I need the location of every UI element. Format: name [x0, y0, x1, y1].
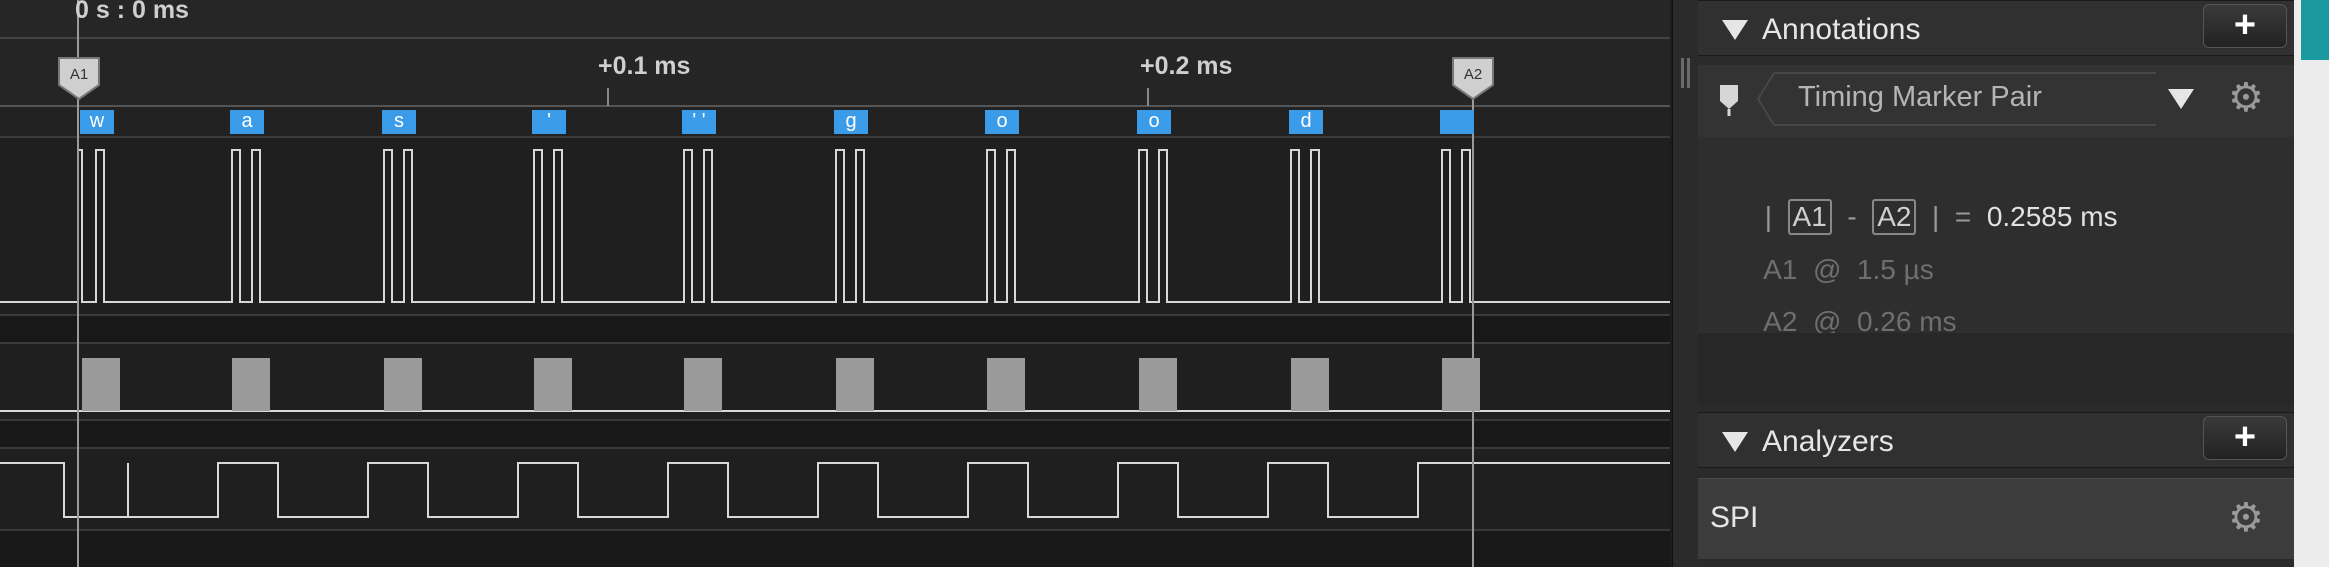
decoded-byte-chip[interactable]: a — [230, 110, 264, 134]
decoded-byte-chip[interactable]: o — [985, 110, 1019, 134]
accent-tab — [2301, 0, 2329, 60]
miso-activity-block — [1291, 358, 1329, 411]
miso-activity-block — [232, 358, 270, 411]
miso-activity-block — [684, 358, 722, 411]
annotation-settings-gear-icon[interactable]: ⚙ — [2228, 75, 2264, 121]
marker-a2-label: A2 — [1464, 66, 1482, 83]
waveform-view[interactable] — [0, 0, 1670, 567]
analyzer-name: SPI — [1710, 501, 1759, 534]
dropdown-arrow-icon[interactable] — [2168, 89, 2194, 109]
marker-a2-handle[interactable]: A2 — [1450, 55, 1496, 101]
add-analyzer-button[interactable]: + — [2203, 416, 2287, 460]
decoded-byte-chip[interactable] — [1440, 110, 1474, 134]
annotation-footer — [1698, 333, 2294, 403]
annotations-title: Annotations — [1762, 13, 1921, 46]
decoded-byte-chip[interactable]: d — [1289, 110, 1323, 134]
pin-icon — [1718, 83, 1740, 125]
collapse-triangle-icon[interactable] — [1722, 432, 1748, 452]
annotations-header[interactable]: Annotations + — [1698, 0, 2294, 56]
annotation-type-value: Timing Marker Pair — [1798, 81, 2042, 113]
analyzer-settings-gear-icon[interactable]: ⚙ — [2228, 495, 2264, 541]
side-panel: Annotations + Timing Marker Pair ⚙ | A1 … — [1698, 0, 2294, 567]
collapse-triangle-icon[interactable] — [1722, 20, 1748, 40]
add-annotation-button[interactable]: + — [2203, 4, 2287, 48]
analyzers-title: Analyzers — [1762, 425, 1894, 458]
measurement-value: 0.2585 ms — [1986, 201, 2118, 232]
annotation-details: | A1 - A2 | = 0.2585 ms A1 @ 1.5 µs A2 @… — [1698, 137, 2294, 337]
panel-splitter[interactable] — [1672, 0, 1700, 567]
marker-a1-label: A1 — [70, 66, 88, 83]
tick-label-0-2ms: +0.2 ms — [1140, 52, 1233, 80]
tick-label-0-1ms: +0.1 ms — [598, 52, 691, 80]
miso-activity-block — [987, 358, 1025, 411]
miso-activity-block — [1139, 358, 1177, 411]
splitter-grip — [1681, 58, 1684, 88]
decoded-byte-chip[interactable]: ' — [532, 110, 566, 134]
equals-sign: = — [1954, 201, 1972, 232]
decoded-byte-chip[interactable]: ' ' — [682, 110, 716, 134]
splitter-grip — [1687, 58, 1690, 88]
decoded-byte-chip[interactable]: o — [1137, 110, 1171, 134]
miso-activity-block — [384, 358, 422, 411]
miso-activity-block — [1442, 358, 1480, 411]
decoded-byte-chip[interactable]: s — [382, 110, 416, 134]
window-edge — [2294, 0, 2329, 567]
decoded-byte-chip[interactable]: w — [80, 110, 114, 134]
miso-activity-block — [534, 358, 572, 411]
analyzer-item-spi[interactable]: SPI ⚙ — [1698, 478, 2294, 559]
time-origin-label: 0 s : 0 ms — [75, 0, 189, 24]
miso-activity-block — [836, 358, 874, 411]
marker-a1-handle[interactable]: A1 — [56, 55, 102, 101]
analyzers-header[interactable]: Analyzers + — [1698, 412, 2294, 468]
miso-activity-block — [82, 358, 120, 411]
annotation-selector-row: Timing Marker Pair ⚙ — [1698, 65, 2294, 137]
decoded-byte-chip[interactable]: g — [834, 110, 868, 134]
